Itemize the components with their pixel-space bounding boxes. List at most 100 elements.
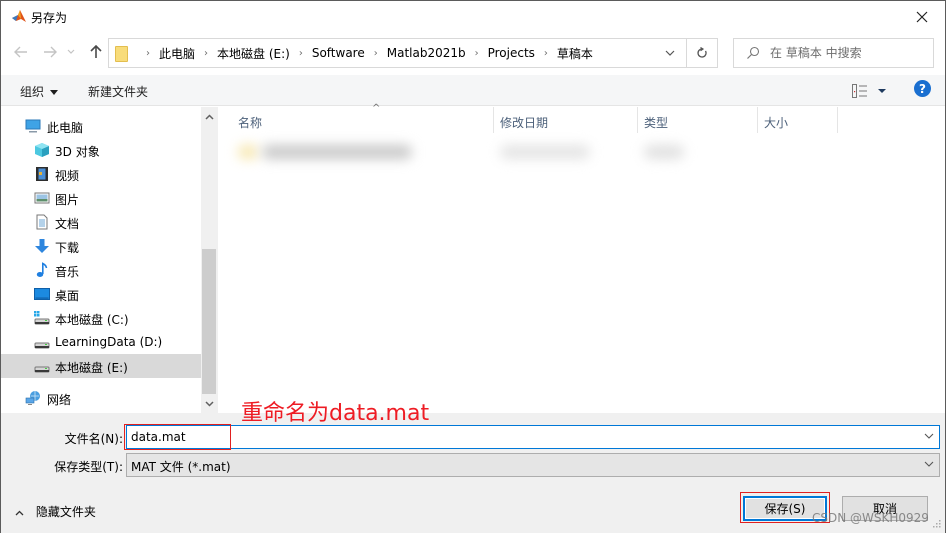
drive-icon (34, 366, 50, 373)
refresh-icon (697, 47, 707, 58)
blurred-file-row[interactable] (232, 137, 692, 167)
resize-grip-icon[interactable] (932, 519, 942, 529)
chevron-down-icon (924, 433, 934, 439)
column-header-name[interactable]: 名称 ^ (232, 103, 494, 133)
recent-locations-button[interactable] (64, 41, 78, 63)
search-input[interactable] (770, 44, 930, 62)
matlab-icon (12, 10, 26, 22)
breadcrumb-separator-icon: › (543, 47, 548, 59)
sidebar-item-pictures[interactable]: 图片 (1, 186, 201, 210)
breadcrumb-item[interactable]: Software (312, 46, 365, 60)
column-header-type[interactable]: 类型 (638, 107, 758, 133)
sidebar-item-label: 文档 (55, 217, 80, 231)
hide-folders-label: 隐藏文件夹 (35, 505, 96, 519)
annotation-text: 重命名为data.mat (241, 401, 430, 426)
sidebar-item-this-pc[interactable]: 此电脑 (1, 114, 201, 138)
breadcrumb-item[interactable]: 本地磁盘 (E:) (217, 45, 290, 62)
close-button[interactable] (899, 1, 945, 32)
chevron-down-icon (924, 461, 934, 467)
video-icon (36, 167, 48, 181)
sidebar-item-network[interactable]: 网络 (1, 386, 201, 410)
breadcrumb-item[interactable]: 草稿本 (557, 45, 593, 62)
sidebar-item-drive-c[interactable]: 本地磁盘 (C:) (1, 306, 201, 330)
blurred-file-date (500, 145, 590, 159)
sidebar-item-label: 桌面 (55, 289, 80, 303)
filetype-label: 保存类型(T): (54, 460, 123, 474)
sidebar-item-documents[interactable]: 文档 (1, 210, 201, 234)
folder-icon (115, 46, 128, 62)
sidebar-item-label: 音乐 (55, 265, 80, 279)
sidebar-item-label: 本地磁盘 (E:) (55, 361, 128, 375)
chevron-up-icon (204, 114, 214, 120)
filename-label: 文件名(N): (64, 432, 123, 446)
download-icon (35, 239, 49, 253)
watermark: CSDN @WSKH0929 (812, 511, 929, 525)
drive-icon (34, 342, 50, 349)
filetype-select[interactable]: MAT 文件 (*.mat) (126, 453, 940, 477)
sidebar-item-downloads[interactable]: 下载 (1, 234, 201, 258)
sidebar-scrollbar[interactable] (201, 107, 217, 413)
sidebar-item-drive-e[interactable]: 本地磁盘 (E:) (1, 354, 201, 378)
file-list: 名称 ^ 修改日期 类型 大小 (217, 103, 945, 413)
breadcrumb-separator-icon: › (204, 47, 209, 59)
help-button[interactable]: ? (914, 80, 931, 97)
music-icon (36, 262, 48, 277)
search-box[interactable] (733, 38, 934, 68)
organize-menu[interactable]: 组织 (20, 83, 59, 100)
new-folder-button[interactable]: 新建文件夹 (88, 83, 148, 100)
scroll-up-button[interactable] (201, 109, 217, 125)
sidebar-item-label: 图片 (55, 193, 80, 207)
view-options-button[interactable] (852, 83, 892, 99)
column-header-label: 大小 (764, 116, 789, 130)
hide-folders-toggle[interactable]: 隐藏文件夹 (15, 503, 96, 520)
breadcrumb-item[interactable]: 此电脑 (159, 45, 195, 62)
breadcrumb-separator-icon: › (373, 47, 378, 59)
filetype-dropdown-button[interactable] (924, 459, 934, 470)
column-header-date[interactable]: 修改日期 (494, 107, 638, 133)
arrow-up-icon (90, 45, 102, 58)
sidebar-item-label: 下载 (55, 241, 80, 255)
refresh-button[interactable] (686, 39, 717, 67)
caret-down-icon (50, 90, 59, 95)
documents-icon (36, 214, 48, 230)
sort-ascending-icon: ^ (372, 103, 381, 114)
command-toolbar: 组织 新建文件夹 (1, 75, 945, 106)
address-bar[interactable]: › 此电脑 › 本地磁盘 (E:) › Software › Matlab202… (108, 38, 718, 68)
sidebar-item-label: LearningData (D:) (55, 335, 163, 349)
sidebar-item-label: 本地磁盘 (C:) (55, 313, 129, 327)
column-header-label: 类型 (644, 116, 669, 130)
sidebar-item-videos[interactable]: 视频 (1, 162, 201, 186)
column-header-size[interactable]: 大小 (758, 107, 838, 133)
arrow-right-icon (44, 46, 57, 58)
chevron-up-icon (15, 510, 24, 516)
sidebar-item-label: 网络 (47, 393, 72, 407)
filename-dropdown-button[interactable] (924, 431, 934, 442)
blurred-folder-icon (238, 145, 258, 159)
sidebar-item-drive-d[interactable]: LearningData (D:) (1, 330, 201, 354)
filename-combobox[interactable] (126, 425, 940, 449)
sidebar-item-3d-objects[interactable]: 3D 对象 (1, 138, 201, 162)
back-button[interactable] (10, 41, 32, 63)
scroll-down-button[interactable] (201, 396, 217, 412)
scrollbar-thumb[interactable] (202, 249, 216, 394)
sidebar-item-label: 此电脑 (47, 121, 84, 135)
breadcrumb-item[interactable]: Matlab2021b (387, 46, 466, 60)
desktop-icon (34, 288, 50, 300)
chevron-down-icon (67, 49, 75, 54)
column-header-label: 名称 (238, 116, 263, 130)
forward-button[interactable] (39, 41, 61, 63)
filename-input[interactable] (131, 429, 911, 445)
sidebar-item-music[interactable]: 音乐 (1, 258, 201, 282)
organize-label: 组织 (20, 85, 45, 99)
sidebar-item-desktop[interactable]: 桌面 (1, 282, 201, 306)
filetype-value: MAT 文件 (*.mat) (131, 460, 231, 474)
cube-3d-icon (35, 143, 49, 157)
breadcrumb-separator-icon: › (474, 47, 479, 59)
blurred-file-type (644, 145, 684, 159)
address-dropdown-icon[interactable] (663, 46, 677, 60)
up-button[interactable] (85, 41, 107, 63)
system-drive-icon (34, 311, 50, 325)
network-icon (25, 391, 40, 405)
breadcrumb-item[interactable]: Projects (488, 46, 535, 60)
column-header-label: 修改日期 (500, 116, 549, 130)
